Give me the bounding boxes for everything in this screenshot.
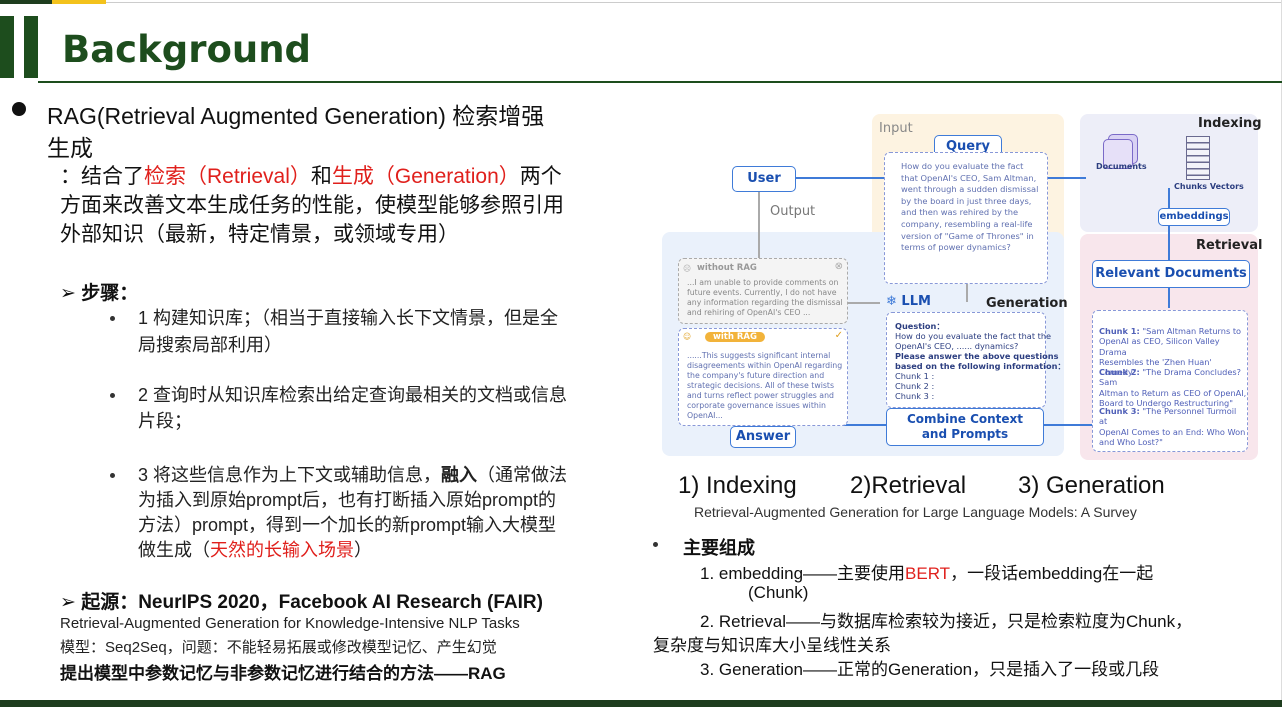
stage-indexing: 1) Indexing [678,472,797,499]
output-line [758,188,760,262]
step3-line3: 方法）prompt，得到一个加长的新prompt输入大模型 [138,515,557,535]
query-line-6: company, resembling a real-life [901,218,1033,229]
sad-face-icon: ☹ [683,264,692,273]
prompt-box: Question： How do you evaluate the fact t… [886,312,1066,408]
reldoc-line [1168,286,1170,308]
survey-title: Retrieval-Augmented Generation for Large… [694,504,1137,520]
combine-answer-line [840,424,886,426]
top-rule [0,2,1282,3]
origin-paper: Retrieval-Augmented Generation for Knowl… [60,615,520,632]
without-rag-text: ...I am unable to provide comments on fu… [687,278,843,317]
origin-model: 模型：Seq2Seq，问题：不能轻易拓展或修改模型记忆、产生幻觉 [60,639,497,656]
chunk-2: Chunk 2: "The Drama Concludes? Sam Altma… [1099,367,1247,408]
indexing-label: Indexing [1198,116,1262,131]
step3-line4: 做生成（天然的长输入场景） [138,540,372,560]
components-dot [653,542,658,547]
rag-desc-line1: ：结合了检索（Retrieval）和生成（Generation）两个 [60,160,562,190]
chunk-3: Chunk 3: "The Personnel Turmoil at OpenA… [1099,406,1246,447]
query-line-5: and then was rehired by the [901,207,1019,218]
steps-heading: ➢ 步骤： [60,283,139,304]
desc-mid: 和 [310,165,332,188]
desc-generation: 生成（Generation） [331,165,520,188]
arrow-icon: ➢ [60,592,82,613]
with-rag-box: ☺ with RAG ✓ ......This suggests signifi… [678,328,848,426]
origin-method: 提出模型中参数记忆与非参数记忆进行结合的方法——RAG [60,664,506,683]
step3-line1: 3 将这些信息作为上下文或辅助信息，融入（通常做法 [138,465,568,485]
user-query-line [794,177,884,179]
query-line-7: version of "Game of Thrones" in [901,230,1034,241]
top-accent-gold [52,0,106,4]
user-box: User [732,166,796,192]
component-2-line1: 2. Retrieval——与数据库检索较为接近，只是检索粒度为Chunk， [700,612,1193,631]
query-line-8: terms of power dynamics? [901,242,1011,253]
rag-desc-line2: 方面来改善文本生成任务的性能，使模型能够参照引用 [60,194,564,217]
query-line-1: How do you evaluate the fact [901,161,1024,171]
component-1-chunk: (Chunk) [748,583,809,602]
step2-line2: 片段； [138,411,192,431]
rag-heading: RAG(Retrieval Augmented Generation) 检索增强 [47,103,545,129]
step3-dot [110,473,115,478]
query-line-4: by the board in just three days, [901,195,1032,206]
step2-dot [110,393,115,398]
prompt-text: Question： How do you evaluate the fact t… [895,321,1066,401]
desc-retrieval: 检索（Retrieval） [144,165,311,188]
top-accent-dark [0,0,52,4]
bullet-dot [12,102,26,116]
stage-retrieval: 2)Retrieval [850,472,967,499]
chunks-box: Chunk 1: "Sam Altman Returns to OpenAI a… [1092,310,1248,452]
check-icon: ✓ [834,330,843,341]
chunks-vectors-label: Chunks Vectors [1174,182,1244,191]
without-rag-box: ☹ without RAG ⊗ ...I am unable to provid… [678,258,848,324]
documents-label: Documents [1096,162,1147,171]
chunks-combine-line [1044,424,1094,426]
relevant-documents-box: Relevant Documents [1092,260,1250,288]
embeddings-box: embeddings [1158,208,1230,226]
retrieval-label: Retrieval [1196,238,1263,253]
desc-prefix: ：结合了 [60,165,144,188]
step2-line1: 2 查询时从知识库检索出给定查询最相关的文档或信息 [138,385,568,405]
origin-heading: ➢ 起源：NeurIPS 2020，Facebook AI Research (… [60,592,543,613]
answer-box: Answer [730,426,796,448]
rag-heading-line2: 生成 [47,135,93,161]
input-label: Input [879,121,913,136]
component-2-line2: 复杂度与知识库大小呈线性关系 [653,636,891,655]
combine-box: Combine Context and Prompts [886,408,1044,446]
title-bar-right [24,16,38,78]
with-rag-label: with RAG [705,332,765,342]
generation-label: Generation [986,296,1068,311]
bottom-bar [0,700,1282,707]
component-3: 3. Generation——正常的Generation，只是插入了一段或几段 [700,660,1160,679]
step1-line2: 局搜索局部利用） [138,335,282,355]
arrow-icon: ➢ [60,283,82,304]
rag-desc-line3: 外部知识（最新，特定情景，或领域专用） [60,223,459,246]
title-underline [38,81,1282,83]
query-line-3: went through a sudden dismissal [901,184,1039,195]
components-heading: 主要组成 [683,538,755,558]
without-rag-label: without RAG [697,263,757,273]
step1-line1: 1 构建知识库；（相当于直接输入长下文情景，但是全 [138,308,559,328]
chunk-vectors-icon [1186,136,1210,180]
query-text-box: How do you evaluate the fact that OpenAI… [884,152,1048,284]
llm-label: ❄ LLM [886,294,931,309]
cross-icon: ⊗ [834,261,843,272]
output-label: Output [770,204,816,219]
query-index-line [1046,177,1086,179]
step3-line2: 为插入到原始prompt后，也有打断插入原始prompt的 [138,490,557,510]
title-bar-left [0,16,14,78]
desc-suffix: 两个 [519,165,562,188]
step1-dot [110,316,115,321]
slide-title: Background [62,28,312,71]
query-line-2: that OpenAI's CEO, Sam Altman, [901,172,1037,183]
component-1: 1. embedding——主要使用BERT，一段话embedding在一起 [700,564,1154,583]
smile-face-icon: ☺ [683,332,692,341]
with-rag-text: ......This suggests significant internal… [687,351,843,420]
rag-diagram: Input Indexing Retrieval Generation Outp… [660,112,1263,462]
snowflake-icon: ❄ [886,294,902,309]
stage-generation: 3) Generation [1018,472,1165,499]
